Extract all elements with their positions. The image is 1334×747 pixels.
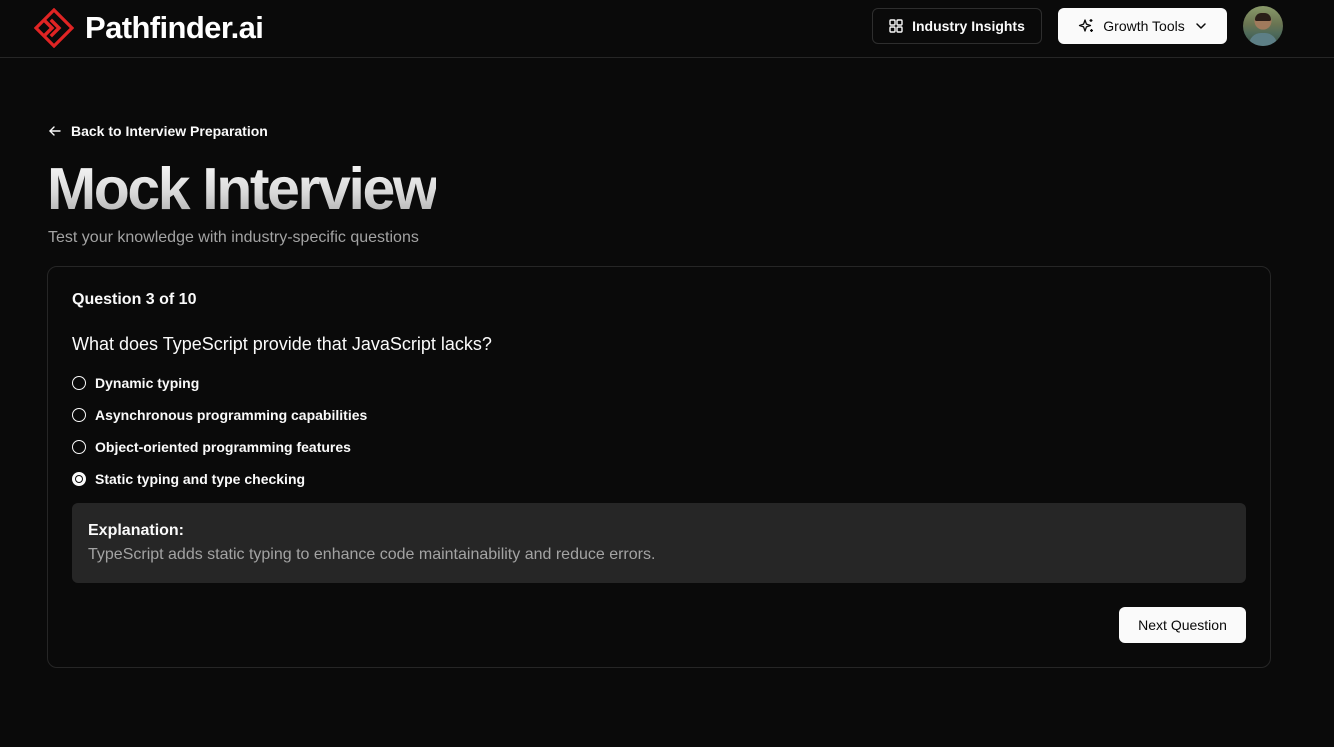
radio-button-selected[interactable] [72,472,86,486]
answer-option[interactable]: Dynamic typing [72,375,199,391]
industry-insights-button[interactable]: Industry Insights [872,8,1042,44]
explanation-text: TypeScript adds static typing to enhance… [88,546,656,563]
answer-option-label: Asynchronous programming capabilities [95,407,368,423]
top-navbar: Pathfinder.ai Industry Insights Growth T… [0,0,1334,58]
answer-option-label: Object-oriented programming features [95,439,351,455]
arrow-left-icon [49,126,61,136]
back-link-label: Back to Interview Preparation [71,123,268,139]
chevron-down-icon [1195,23,1206,29]
page-subtitle: Test your knowledge with industry-specif… [48,229,419,246]
question-text: What does TypeScript provide that JavaSc… [72,334,492,354]
answer-option-label: Dynamic typing [95,375,200,391]
page-title: Mock Interview [47,156,439,222]
back-to-interview-prep-link[interactable]: Back to Interview Preparation [48,123,268,139]
grid-icon [889,19,903,33]
next-question-button[interactable]: Next Question [1119,607,1246,643]
quiz-card: Question 3 of 10 What does TypeScript pr… [47,266,1271,668]
explanation-panel: Explanation: TypeScript adds static typi… [72,503,1246,583]
user-avatar[interactable] [1243,6,1283,46]
growth-tools-label: Growth Tools [1103,18,1185,34]
radio-button[interactable] [72,408,86,422]
answer-option-selected[interactable]: Static typing and type checking [72,471,305,487]
avatar-shirt [1249,33,1277,46]
radio-button[interactable] [72,440,86,454]
sparkles-icon [1079,19,1094,32]
industry-insights-label: Industry Insights [912,18,1025,34]
avatar-hair [1255,13,1271,21]
logo-chevrons-icon [34,8,74,48]
question-counter: Question 3 of 10 [72,291,197,308]
brand-name: Pathfinder.ai [85,10,264,45]
answer-option-label: Static typing and type checking [95,471,306,487]
brand-logo[interactable]: Pathfinder.ai [34,8,264,48]
explanation-title: Explanation: [88,522,185,539]
answer-option[interactable]: Object-oriented programming features [72,439,351,455]
radio-button[interactable] [72,376,86,390]
answer-option[interactable]: Asynchronous programming capabilities [72,407,367,423]
growth-tools-button[interactable]: Growth Tools [1058,8,1227,44]
